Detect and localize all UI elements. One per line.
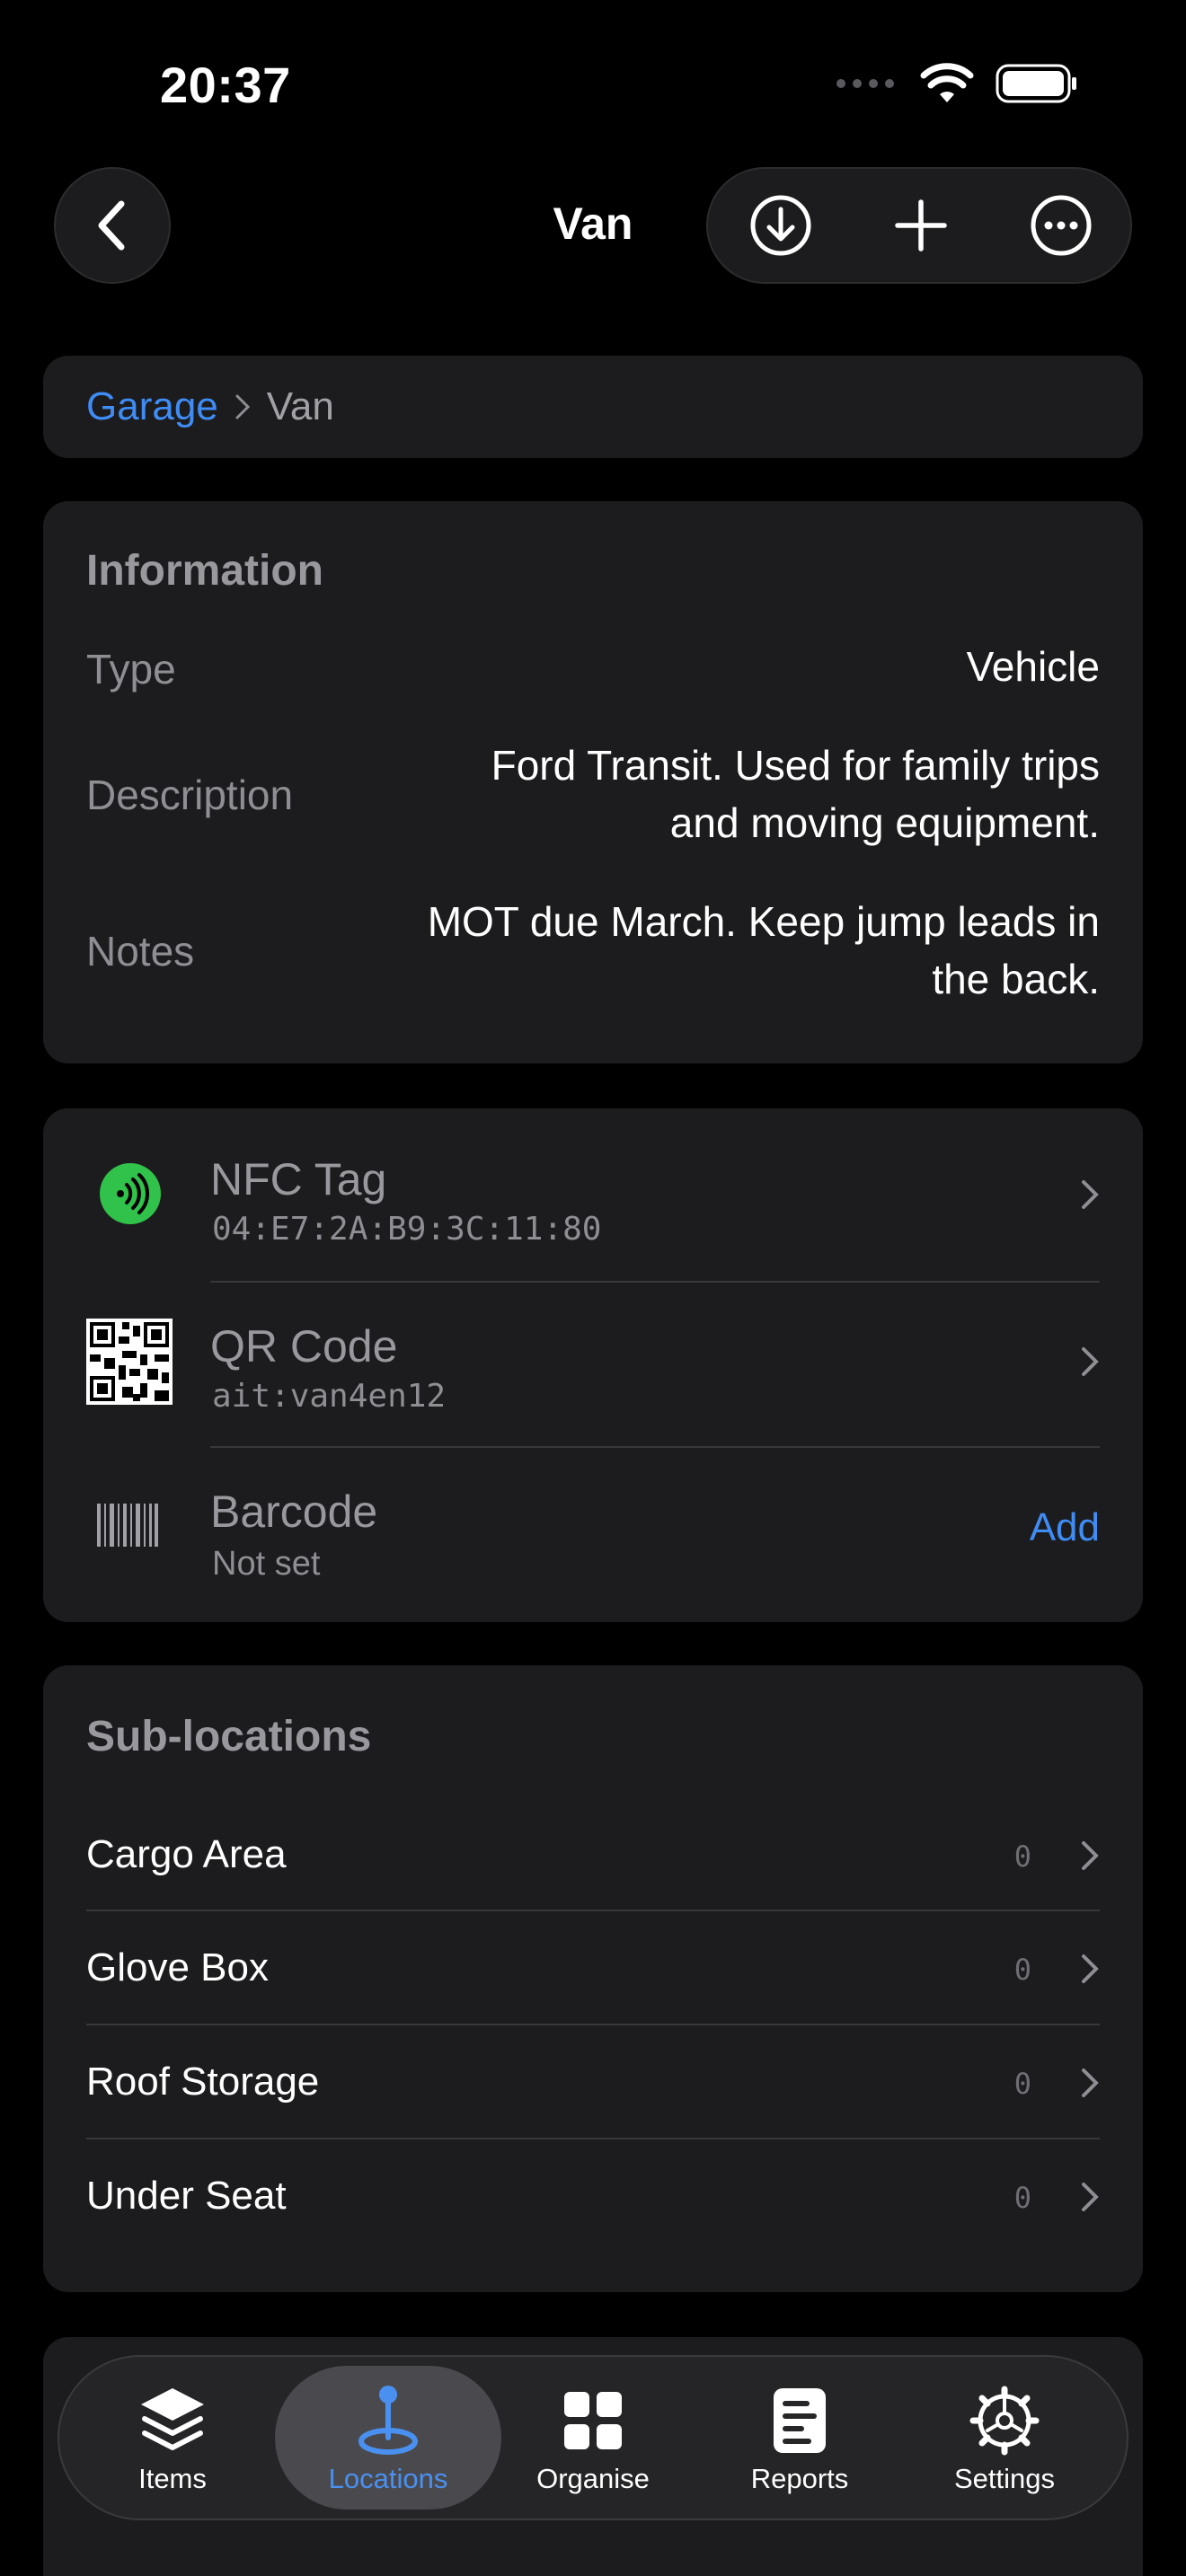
description-value: Ford Transit. Used for family trips and …: [491, 742, 1100, 846]
type-value: Vehicle: [966, 643, 1100, 690]
download-icon: [750, 195, 811, 256]
plus-icon: [895, 199, 947, 251]
chevron-right-icon: [1082, 2183, 1099, 2211]
download-button[interactable]: [713, 169, 848, 282]
barcode-title: Barcode: [210, 1486, 378, 1537]
cellular-signal-icon: [836, 79, 894, 88]
nav-actions: [706, 167, 1132, 284]
sublocation-count: 0: [1013, 2181, 1031, 2215]
nfc-tag-value: 04:E7:2A:B9:3C:11:80: [212, 1211, 602, 1248]
tab-items[interactable]: Items: [68, 2357, 277, 2519]
tab-label: Items: [138, 2463, 207, 2494]
nfc-icon: [100, 1163, 161, 1224]
breadcrumb: Garage Van: [43, 356, 1143, 458]
sublocation-count: 0: [1013, 1953, 1031, 1987]
sublocation-row-glove-box[interactable]: Glove Box 0: [43, 1911, 1143, 2025]
chevron-left-icon: [98, 200, 125, 251]
sublocation-count: 0: [1013, 1839, 1031, 1874]
chevron-right-icon: [1082, 1841, 1099, 1870]
sublocation-name: Cargo Area: [86, 1832, 287, 1876]
status-icons: [836, 63, 1078, 104]
layers-icon: [141, 2388, 204, 2450]
tab-label: Locations: [328, 2463, 448, 2494]
page-title: Van: [553, 198, 633, 249]
tab-settings[interactable]: Settings: [900, 2357, 1109, 2519]
qr-code-icon: [86, 1319, 173, 1405]
tab-bar: Items Locations Organise Reports Setting…: [58, 2355, 1128, 2520]
back-button[interactable]: [54, 167, 171, 284]
tab-label: Settings: [953, 2463, 1055, 2494]
sublocation-name: Under Seat: [86, 2174, 287, 2218]
map-pin-icon: [358, 2386, 418, 2455]
status-time: 20:37: [160, 57, 291, 113]
nfc-tag-title: NFC Tag: [210, 1154, 387, 1204]
chevron-right-icon: [1082, 1347, 1099, 1376]
tab-label: Organise: [536, 2463, 650, 2494]
chevron-right-icon: [1082, 1180, 1099, 1209]
sublocation-count: 0: [1013, 2067, 1031, 2101]
ellipsis-circle-icon: [1031, 195, 1092, 256]
description-label: Description: [86, 772, 294, 818]
sublocation-row-roof-storage[interactable]: Roof Storage 0: [43, 2025, 1143, 2139]
report-icon: [774, 2388, 826, 2453]
add-barcode-button[interactable]: Add: [1030, 1505, 1100, 1550]
sublocation-name: Glove Box: [86, 1945, 269, 1989]
barcode-row: Barcode Not set Add: [43, 1448, 1143, 1619]
breadcrumb-current: Van: [266, 384, 334, 428]
type-label: Type: [86, 646, 176, 693]
sublocation-row-cargo-area[interactable]: Cargo Area 0: [43, 1800, 1143, 1911]
nfc-tag-row[interactable]: NFC Tag 04:E7:2A:B9:3C:11:80: [43, 1108, 1143, 1279]
tab-reports[interactable]: Reports: [695, 2357, 904, 2519]
barcode-value: Not set: [212, 1545, 321, 1583]
chevron-right-icon: [1082, 2069, 1099, 2097]
add-button[interactable]: [854, 169, 988, 282]
breadcrumb-link-garage[interactable]: Garage: [86, 384, 218, 429]
notes-label: Notes: [86, 928, 195, 975]
grid-icon: [564, 2392, 622, 2449]
tab-locations[interactable]: Locations: [284, 2357, 492, 2519]
gear-icon: [969, 2386, 1040, 2456]
qr-code-value: ait:van4en12: [212, 1378, 447, 1415]
tab-label: Reports: [750, 2463, 849, 2494]
identifiers-card: NFC Tag 04:E7:2A:B9:3C:11:80 QR Code ait…: [43, 1108, 1143, 1622]
notes-value: MOT due March. Keep jump leads in the ba…: [427, 898, 1100, 1002]
battery-icon: [996, 64, 1076, 103]
sublocations-card: Sub-locations Cargo Area 0 Glove Box 0 R…: [43, 1665, 1143, 2292]
information-card: Information Type Vehicle Description For…: [43, 501, 1143, 1063]
sublocation-row-under-seat[interactable]: Under Seat 0: [43, 2139, 1143, 2253]
wifi-icon: [920, 63, 974, 102]
more-button[interactable]: [994, 169, 1128, 282]
information-title: Information: [86, 547, 323, 595]
qr-code-row[interactable]: QR Code ait:van4en12: [43, 1283, 1143, 1444]
tab-organise[interactable]: Organise: [489, 2357, 697, 2519]
barcode-icon: [97, 1504, 158, 1547]
sublocations-title: Sub-locations: [86, 1713, 372, 1760]
chevron-right-icon: [235, 394, 250, 419]
qr-code-title: QR Code: [210, 1321, 398, 1372]
chevron-right-icon: [1082, 1954, 1099, 1983]
sublocation-name: Roof Storage: [86, 2060, 320, 2104]
